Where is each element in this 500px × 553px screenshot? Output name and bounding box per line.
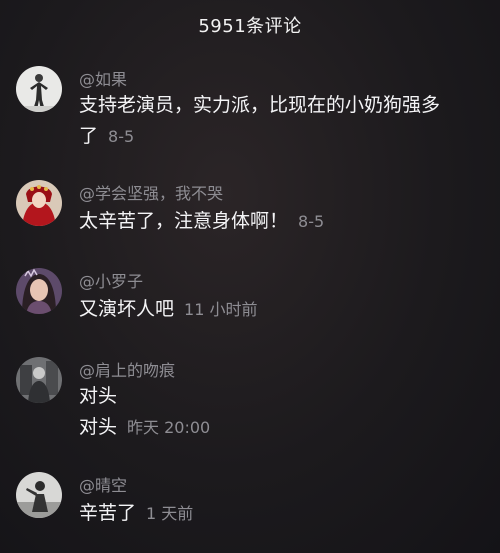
comment-text-line: 太辛苦了，注意身体啊！ xyxy=(79,210,289,232)
comment-text-line: 又演坏人吧 xyxy=(79,298,175,320)
comment-timestamp: 8-5 xyxy=(108,127,135,146)
grayscale-figure-avatar-icon[interactable] xyxy=(16,357,62,403)
comment-timestamp: 昨天 20:00 xyxy=(127,418,211,437)
comments-header: 5951条评论 xyxy=(0,0,500,50)
woman-portrait-avatar-icon[interactable] xyxy=(16,268,62,314)
comment-text: 辛苦了 1 天前 xyxy=(79,498,489,529)
comment-text: 太辛苦了，注意身体啊！ 8-5 xyxy=(79,206,489,237)
comment-username[interactable]: @学会坚强，我不哭 xyxy=(79,180,223,204)
comment-username[interactable]: @小罗子 xyxy=(79,268,143,292)
comment-username[interactable]: @如果 xyxy=(79,66,127,90)
comment-timestamp: 11 小时前 xyxy=(184,300,258,319)
comment-text: 对头 对头 昨天 20:00 xyxy=(79,381,489,443)
comment-timestamp: 1 天前 xyxy=(146,504,194,523)
comment-username[interactable]: @晴空 xyxy=(79,472,127,496)
comment-text-line: 辛苦了 xyxy=(79,502,137,524)
comment-text-line: 对头 xyxy=(79,385,118,407)
comment-text: 又演坏人吧 11 小时前 xyxy=(79,294,489,325)
comment-timestamp: 8-5 xyxy=(298,212,325,231)
comment-text-line: 对头 xyxy=(79,416,118,438)
statue-avatar-icon[interactable] xyxy=(16,66,62,112)
comment-text-line: 了 xyxy=(79,125,99,147)
comment-text-line: 支持老演员，实力派，比现在的小奶狗强多 xyxy=(79,94,441,116)
comment-username[interactable]: @肩上的吻痕 xyxy=(79,357,175,381)
comment-text: 支持老演员，实力派，比现在的小奶狗强多 了 8-5 xyxy=(79,90,489,152)
woman-red-headdress-avatar-icon[interactable] xyxy=(16,180,62,226)
comment-count-title: 5951条评论 xyxy=(198,16,302,37)
silhouette-avatar-icon[interactable] xyxy=(16,472,62,518)
